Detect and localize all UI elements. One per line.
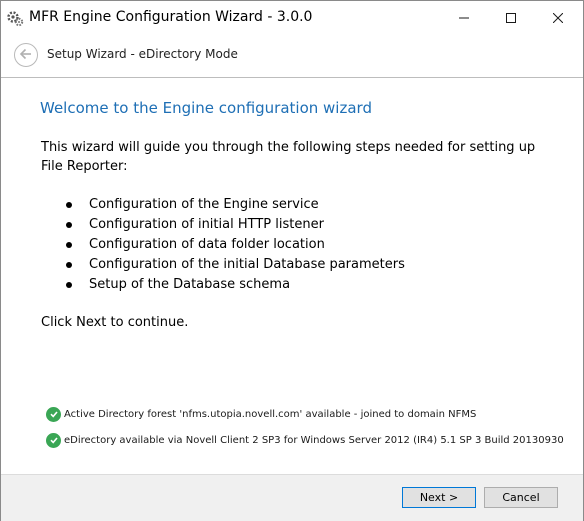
wizard-nav-bar: Setup Wizard - eDirectory Mode	[1, 35, 583, 75]
next-button[interactable]: Next >	[402, 487, 476, 508]
bullet	[66, 222, 72, 228]
maximize-icon	[506, 8, 516, 27]
intro-text: This wizard will guide you through the f…	[41, 140, 536, 174]
step-label: Configuration of initial HTTP listener	[89, 217, 324, 232]
gear-cluster-icon	[6, 9, 24, 27]
edirectory-status-text: eDirectory available via Novell Client 2…	[64, 434, 564, 446]
minimize-button[interactable]	[441, 1, 487, 33]
edirectory-status-line: eDirectory available via Novell Client 2…	[46, 432, 564, 448]
cancel-button[interactable]: Cancel	[484, 487, 558, 508]
step-item: Configuration of the initial Database pa…	[41, 255, 405, 275]
back-button[interactable]	[14, 43, 38, 67]
step-item: Configuration of initial HTTP listener	[41, 215, 405, 235]
step-item: Configuration of data folder location	[41, 235, 405, 255]
wizard-mode-title: Setup Wizard - eDirectory Mode	[47, 47, 238, 61]
ad-status-line: Active Directory forest 'nfms.utopia.nov…	[46, 406, 476, 422]
check-circle-icon	[46, 432, 61, 448]
step-label: Configuration of the initial Database pa…	[89, 257, 405, 272]
step-item: Configuration of the Engine service	[41, 195, 405, 215]
check-circle-icon	[46, 406, 61, 422]
step-label: Setup of the Database schema	[89, 277, 291, 292]
bullet	[66, 242, 72, 248]
step-item: Setup of the Database schema	[41, 275, 405, 295]
bullet	[66, 202, 72, 208]
maximize-button[interactable]	[488, 1, 534, 33]
steps-list: Configuration of the Engine service Conf…	[41, 195, 405, 295]
window-title: MFR Engine Configuration Wizard - 3.0.0	[29, 9, 313, 25]
back-arrow-icon	[19, 46, 33, 65]
bullet	[66, 262, 72, 268]
step-label: Configuration of the Engine service	[89, 197, 319, 212]
step-label: Configuration of data folder location	[89, 237, 325, 252]
wizard-window: MFR Engine Configuration Wizard - 3.0.0	[0, 0, 584, 521]
continue-instruction: Click Next to continue.	[41, 315, 189, 330]
close-button[interactable]	[535, 1, 581, 33]
bullet	[66, 282, 72, 288]
ad-status-text: Active Directory forest 'nfms.utopia.nov…	[64, 408, 477, 420]
title-bar: MFR Engine Configuration Wizard - 3.0.0	[1, 1, 583, 35]
wizard-footer: Next > Cancel	[1, 474, 583, 521]
close-icon	[552, 8, 564, 27]
minimize-icon	[459, 8, 469, 27]
page-heading: Welcome to the Engine configuration wiza…	[40, 99, 372, 117]
wizard-content: Welcome to the Engine configuration wiza…	[1, 78, 583, 474]
